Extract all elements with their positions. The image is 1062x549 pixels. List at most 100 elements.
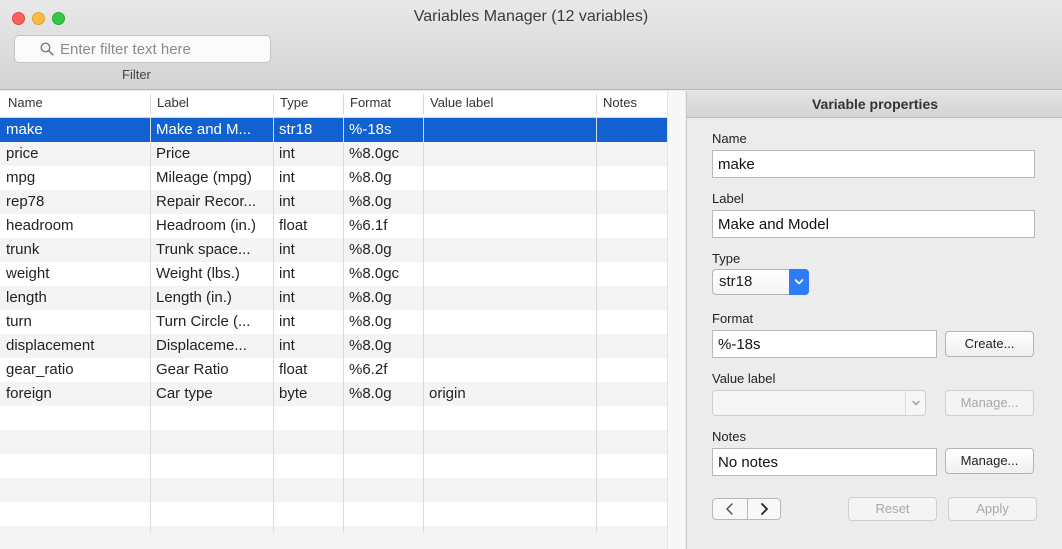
cell-format: %8.0gc bbox=[349, 265, 400, 282]
table-row[interactable]: gear_ratio Gear Ratio float %6.2f bbox=[0, 358, 667, 382]
empty-row bbox=[0, 430, 667, 454]
empty-row bbox=[0, 454, 667, 478]
cell-label: Make and M... bbox=[156, 121, 252, 138]
cell-label: Weight (lbs.) bbox=[156, 265, 240, 282]
column-header-label[interactable]: Label bbox=[157, 95, 189, 110]
cell-format: %-18s bbox=[349, 121, 392, 138]
panel-title: Variable properties bbox=[687, 91, 1062, 118]
cell-label: Headroom (in.) bbox=[156, 217, 257, 234]
table-row[interactable]: price Price int %8.0gc bbox=[0, 142, 667, 166]
format-label: Format bbox=[712, 311, 754, 326]
cell-format: %8.0g bbox=[349, 193, 392, 210]
search-icon bbox=[40, 42, 54, 56]
cell-type: int bbox=[279, 289, 295, 306]
column-header-notes[interactable]: Notes bbox=[603, 95, 637, 110]
table-row[interactable]: foreign Car type byte %8.0g origin bbox=[0, 382, 667, 406]
notes-label: Notes bbox=[712, 429, 746, 444]
cell-name: price bbox=[6, 145, 39, 162]
value-label-label: Value label bbox=[712, 371, 776, 386]
type-select-value: str18 bbox=[719, 273, 753, 290]
create-format-button[interactable]: Create... bbox=[945, 331, 1034, 357]
next-variable-button[interactable] bbox=[748, 499, 782, 519]
manage-value-label-button[interactable]: Manage... bbox=[945, 390, 1034, 416]
reset-button[interactable]: Reset bbox=[848, 497, 937, 521]
cell-name: foreign bbox=[6, 385, 52, 402]
cell-label: Repair Recor... bbox=[156, 193, 257, 210]
empty-row bbox=[0, 406, 667, 430]
cell-value-label: origin bbox=[429, 385, 466, 402]
cell-type: str18 bbox=[279, 121, 313, 138]
cell-name: make bbox=[6, 121, 43, 138]
variable-navigation bbox=[712, 498, 781, 520]
cell-label: Mileage (mpg) bbox=[156, 169, 252, 186]
cell-name: mpg bbox=[6, 169, 36, 186]
table-row[interactable]: weight Weight (lbs.) int %8.0gc bbox=[0, 262, 667, 286]
filter-input[interactable] bbox=[60, 40, 260, 58]
column-header-name[interactable]: Name bbox=[8, 95, 43, 110]
table-row[interactable]: displacement Displaceme... int %8.0g bbox=[0, 334, 667, 358]
label-label: Label bbox=[712, 191, 744, 206]
name-field[interactable] bbox=[712, 150, 1035, 178]
cell-format: %8.0gc bbox=[349, 145, 400, 162]
cell-name: headroom bbox=[6, 217, 74, 234]
previous-variable-button[interactable] bbox=[713, 499, 747, 519]
table-row[interactable]: trunk Trunk space... int %8.0g bbox=[0, 238, 667, 262]
manage-notes-button[interactable]: Manage... bbox=[945, 448, 1034, 474]
variables-table: Name Label Type Format Value label Notes… bbox=[0, 91, 685, 549]
cell-type: int bbox=[279, 313, 295, 330]
empty-row bbox=[0, 526, 667, 549]
cell-name: displacement bbox=[6, 337, 95, 354]
cell-type: int bbox=[279, 337, 295, 354]
table-header: Name Label Type Format Value label Notes bbox=[0, 91, 685, 118]
filter-search-field[interactable] bbox=[14, 35, 271, 63]
chevron-down-icon bbox=[789, 269, 809, 295]
cell-label: Displaceme... bbox=[156, 337, 247, 354]
cell-format: %8.0g bbox=[349, 385, 392, 402]
table-scrollbar[interactable] bbox=[667, 91, 685, 549]
cell-type: float bbox=[279, 217, 308, 234]
cell-format: %6.2f bbox=[349, 361, 388, 378]
table-row[interactable]: make Make and M... str18 %-18s bbox=[0, 118, 667, 142]
name-label: Name bbox=[712, 131, 747, 146]
table-row[interactable]: length Length (in.) int %8.0g bbox=[0, 286, 667, 310]
cell-format: %6.1f bbox=[349, 217, 388, 234]
cell-type: float bbox=[279, 361, 308, 378]
cell-type: byte bbox=[279, 385, 308, 402]
empty-row bbox=[0, 502, 667, 526]
column-header-type[interactable]: Type bbox=[280, 95, 308, 110]
value-label-select[interactable] bbox=[712, 390, 926, 416]
label-field[interactable] bbox=[712, 210, 1035, 238]
window-titlebar: Variables Manager (12 variables) Filter bbox=[0, 0, 1062, 90]
table-row[interactable]: rep78 Repair Recor... int %8.0g bbox=[0, 190, 667, 214]
cell-label: Car type bbox=[156, 385, 213, 402]
table-row[interactable]: turn Turn Circle (... int %8.0g bbox=[0, 310, 667, 334]
cell-name: gear_ratio bbox=[6, 361, 74, 378]
variable-properties-panel: Variable properties Name Label Type str1… bbox=[686, 91, 1062, 549]
apply-button[interactable]: Apply bbox=[948, 497, 1037, 521]
cell-label: Length (in.) bbox=[156, 289, 232, 306]
filter-caption: Filter bbox=[122, 67, 151, 82]
type-select[interactable]: str18 bbox=[712, 269, 809, 295]
column-header-format[interactable]: Format bbox=[350, 95, 391, 110]
chevron-right-icon bbox=[761, 503, 768, 515]
cell-type: int bbox=[279, 265, 295, 282]
notes-field[interactable] bbox=[712, 448, 937, 476]
cell-type: int bbox=[279, 193, 295, 210]
table-row[interactable]: mpg Mileage (mpg) int %8.0g bbox=[0, 166, 667, 190]
cell-label: Trunk space... bbox=[156, 241, 251, 258]
cell-format: %8.0g bbox=[349, 337, 392, 354]
cell-name: length bbox=[6, 289, 47, 306]
cell-label: Price bbox=[156, 145, 191, 162]
cell-format: %8.0g bbox=[349, 169, 392, 186]
column-header-value-label[interactable]: Value label bbox=[430, 95, 493, 110]
cell-label: Turn Circle (... bbox=[156, 313, 251, 330]
cell-name: trunk bbox=[6, 241, 40, 258]
format-field[interactable] bbox=[712, 330, 937, 358]
cell-type: int bbox=[279, 241, 295, 258]
cell-name: turn bbox=[6, 313, 32, 330]
chevron-left-icon bbox=[726, 503, 733, 515]
type-label: Type bbox=[712, 251, 741, 266]
cell-type: int bbox=[279, 169, 295, 186]
table-row[interactable]: headroom Headroom (in.) float %6.1f bbox=[0, 214, 667, 238]
cell-type: int bbox=[279, 145, 295, 162]
